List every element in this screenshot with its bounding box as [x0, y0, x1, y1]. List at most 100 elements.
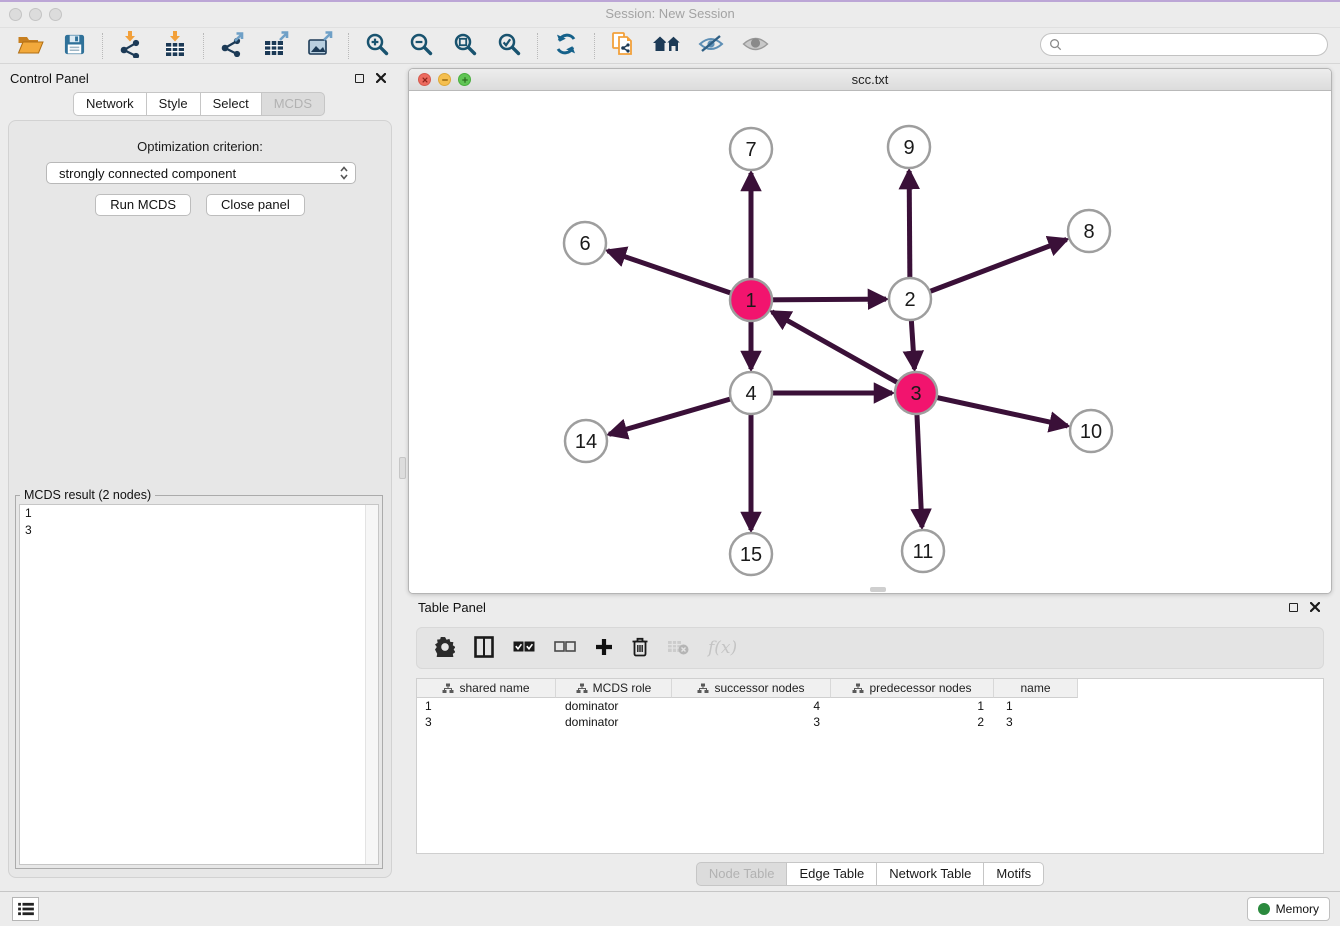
network-view-window: scc.txt 1234678910111415 [408, 68, 1332, 594]
run-mcds-button[interactable]: Run MCDS [95, 194, 191, 216]
table-cell[interactable]: dominator [557, 714, 674, 730]
delete-column-button[interactable] [632, 635, 648, 661]
table-header-row: shared name MCDS role successor nodesprede… [417, 679, 1323, 698]
table-tab-motifs[interactable]: Motifs [984, 862, 1044, 886]
table-body: 1dominator4113dominator323 [417, 698, 1323, 730]
table-panel: Table Panel f(x) shared nameMCDS rolesuc… [408, 594, 1332, 891]
zoom-in-button[interactable] [355, 30, 399, 62]
graph-edge-3-10[interactable] [916, 393, 1068, 426]
column-options-button[interactable] [474, 635, 494, 661]
table-panel-float-button[interactable] [1286, 600, 1300, 614]
graph: 1234678910111415 [409, 91, 1331, 594]
search-input[interactable] [1067, 38, 1319, 52]
control-panel-float-button[interactable] [352, 71, 366, 85]
result-scrollbar[interactable] [365, 505, 378, 864]
new-network-from-selection-button[interactable] [601, 30, 645, 62]
export-table-icon [263, 31, 290, 60]
optimization-criterion-select[interactable]: strongly connected component [46, 162, 356, 184]
show-all-button[interactable] [733, 30, 777, 62]
network-window-title: scc.txt [409, 72, 1331, 87]
export-network-button[interactable] [210, 30, 254, 62]
close-panel-button[interactable]: Close panel [206, 194, 305, 216]
control-tab-select[interactable]: Select [201, 92, 262, 116]
export-image-button[interactable] [298, 30, 342, 62]
table-tab-network-table[interactable]: Network Table [877, 862, 984, 886]
add-column-button[interactable] [595, 635, 613, 661]
deselect-all-rows-icon [554, 641, 576, 656]
column-header-name[interactable]: name [994, 679, 1078, 698]
table-cell[interactable]: 1 [417, 698, 557, 714]
deselect-all-rows-button[interactable] [554, 635, 576, 661]
zoom-selected-icon [497, 32, 521, 59]
export-table-button[interactable] [254, 30, 298, 62]
import-network-button[interactable] [109, 30, 153, 62]
table-cell[interactable]: 3 [998, 714, 1083, 730]
panel-splitter[interactable] [398, 64, 408, 891]
task-history-button[interactable] [12, 897, 39, 921]
workspace: scc.txt 1234678910111415 Table Panel f(x… [408, 64, 1332, 891]
canvas-resize-grip[interactable] [870, 587, 886, 592]
graph-node-label: 9 [903, 137, 914, 159]
control-tab-network[interactable]: Network [73, 92, 147, 116]
import-network-icon [118, 31, 144, 61]
column-header-shared-name[interactable]: shared name [417, 679, 556, 698]
memory-label: Memory [1276, 902, 1319, 916]
control-panel-title: Control Panel [10, 71, 89, 86]
graph-node-label: 11 [913, 541, 934, 563]
table-settings-button[interactable] [435, 635, 455, 661]
graph-node-label: 7 [745, 139, 756, 161]
hide-selected-button[interactable] [689, 30, 733, 62]
refresh-view-button[interactable] [544, 30, 588, 62]
control-tab-mcds[interactable]: MCDS [262, 92, 325, 116]
table-cell[interactable]: dominator [557, 698, 674, 714]
toolbar-separator [102, 33, 103, 59]
delete-column-icon [632, 637, 648, 660]
table-cell[interactable]: 4 [674, 698, 834, 714]
table-cell[interactable]: 2 [834, 714, 998, 730]
zoom-selected-button[interactable] [487, 30, 531, 62]
zoom-out-button[interactable] [399, 30, 443, 62]
column-header-successor-nodes[interactable]: successor nodes [672, 679, 831, 698]
column-header-label: MCDS role [593, 681, 652, 695]
network-canvas[interactable]: 1234678910111415 [409, 91, 1331, 593]
table-cell[interactable]: 1 [998, 698, 1083, 714]
refresh-view-icon [554, 32, 578, 59]
graph-edge-2-8[interactable] [910, 240, 1067, 299]
graph-edge-1-6[interactable] [608, 251, 751, 300]
open-session-button[interactable] [8, 30, 52, 62]
save-session-button[interactable] [52, 30, 96, 62]
table-cell[interactable]: 1 [834, 698, 998, 714]
table-settings-icon [435, 637, 455, 660]
table-cell[interactable]: 3 [417, 714, 557, 730]
column-header-predecessor-nodes[interactable]: predecessor nodes [831, 679, 994, 698]
column-header-mcds-role[interactable]: MCDS role [556, 679, 672, 698]
table-row[interactable]: 3dominator323 [417, 714, 1323, 730]
network-window-titlebar[interactable]: scc.txt [409, 69, 1331, 91]
table-panel-close-button[interactable] [1308, 600, 1322, 614]
mcds-panel: Optimization criterion: strongly connect… [8, 120, 392, 878]
search-box[interactable] [1040, 33, 1328, 56]
sort-hierarchy-icon [442, 683, 454, 694]
control-panel-close-button[interactable] [374, 71, 388, 85]
graph-edge-3-1[interactable] [772, 312, 916, 393]
zoom-fit-icon [453, 32, 477, 59]
export-network-icon [219, 31, 246, 60]
sort-hierarchy-icon [576, 683, 588, 694]
control-tab-style[interactable]: Style [147, 92, 201, 116]
splitter-grip[interactable] [399, 457, 406, 479]
select-all-rows-button[interactable] [513, 635, 535, 661]
table-cell[interactable]: 3 [674, 714, 834, 730]
control-panel: Control Panel NetworkStyleSelectMCDS Opt… [0, 64, 398, 891]
mcds-result-list[interactable]: 13 [19, 504, 379, 865]
toolbar-separator [594, 33, 595, 59]
memory-status-icon [1258, 903, 1270, 915]
memory-button[interactable]: Memory [1247, 897, 1330, 921]
zoom-fit-button[interactable] [443, 30, 487, 62]
table-row[interactable]: 1dominator411 [417, 698, 1323, 714]
table-tab-edge-table[interactable]: Edge Table [787, 862, 877, 886]
first-neighbors-button[interactable] [645, 30, 689, 62]
chevron-up-down-icon [339, 165, 349, 181]
table-tab-node-table[interactable]: Node Table [696, 862, 788, 886]
import-table-button[interactable] [153, 30, 197, 62]
table-panel-title: Table Panel [418, 600, 486, 615]
